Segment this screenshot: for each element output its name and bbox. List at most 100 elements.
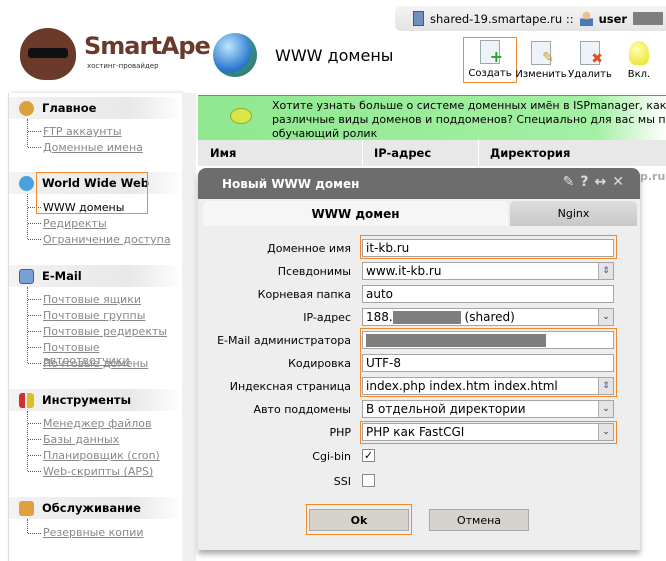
monkey-logo-icon [20,28,76,80]
cgi-bin-checkbox[interactable]: ✓ [362,449,375,462]
tools-icon [19,392,34,408]
redacted-ip [392,311,461,324]
highlight-box [360,235,617,259]
aliases-value: www.it-kb.ru [366,264,442,278]
sidebar-section-email[interactable]: E-Mail [9,265,183,287]
root-folder-input[interactable]: auto [362,285,614,303]
page-title: WWW домены [275,46,394,65]
sidebar-item-databases[interactable]: Базы данных [43,433,119,446]
domain-label: Доменное имя [267,242,351,255]
column-ip[interactable]: IP-адрес [374,146,431,160]
info-banner[interactable]: Хотите узнать больше о системе доменных … [198,95,666,140]
sidebar-item-ftp[interactable]: FTP аккаунты [43,125,122,138]
auto-subdomains-select[interactable]: В отдельной директории ⌄ [362,400,614,418]
server-info: shared-19.smartape.ru :: user [395,6,666,31]
create-label: Создать [468,68,512,79]
sidebar-scrollbar[interactable] [182,93,196,561]
tab-www-domain[interactable]: WWW домен [203,201,508,226]
help-icon[interactable]: ? [580,174,594,190]
www-globe-icon [19,175,34,191]
root-label: Корневая папка [257,288,351,301]
enable-label: Вкл. [627,69,651,80]
highlight-box [306,504,412,535]
sidebar-item-web-scripts[interactable]: Web-скрипты (APS) [43,465,153,478]
globe-icon [213,33,257,77]
create-button[interactable]: + Создать [463,37,517,83]
sidebar-item-mailboxes[interactable]: Почтовые ящики [43,293,141,306]
highlight-box [360,328,617,397]
server-icon [413,11,424,26]
delete-button[interactable]: ✖ Удалить [563,37,617,83]
edit-document-icon: ✎ [531,41,554,66]
ip-label: IP-адрес [303,311,351,324]
user-name: user [598,11,628,26]
section-title: E-Mail [42,269,82,283]
speech-bubble-icon [230,108,252,124]
delete-document-icon: ✖ [580,41,603,67]
redacted-username [633,12,664,25]
section-title: Главное [42,101,97,115]
index-label: Индексная страница [229,380,351,393]
edit-button[interactable]: ✎ Изменить [514,37,568,83]
autosub-value: В отдельной директории [366,402,526,416]
ip-suffix: (shared) [464,310,515,324]
highlight-box [36,172,148,214]
section-title: Инструменты [42,393,131,407]
dialog-title: Новый WWW домен [222,177,360,191]
sidebar-item-backups[interactable]: Резервные копии [43,526,144,539]
sidebar-item-cron[interactable]: Планировщик (cron) [43,449,160,462]
highlight-box [360,421,617,444]
aliases-label: Псевдонимы [277,265,351,278]
enable-button[interactable]: Вкл. [612,37,666,83]
dialog-titlebar[interactable]: Новый WWW домен ✎?↔✕ [198,168,640,199]
close-icon[interactable]: ✕ [612,174,630,190]
sidebar-item-domain-names[interactable]: Доменные имена [43,141,143,154]
delete-label: Удалить [568,69,612,80]
column-directory[interactable]: Директория [490,146,570,160]
user-icon [579,11,593,26]
banner-line: обучающий ролик [272,127,378,140]
ip-value: 188. [366,310,393,324]
logo-name: SmartApe [84,32,211,60]
section-title: Обслуживание [42,501,141,515]
sidebar-section-maintenance[interactable]: Обслуживание [9,497,183,519]
email-label: E-Mail администратора [217,334,351,347]
ssi-checkbox[interactable] [362,474,375,487]
sidebar-section-tools[interactable]: Инструменты [9,389,183,411]
autosub-label: Авто поддомены [253,403,351,416]
new-www-domain-dialog: Новый WWW домен ✎?↔✕ WWW домен Nginx Дом… [198,168,640,550]
server-name: shared-19.smartape.ru :: [430,11,574,26]
cancel-button[interactable]: Отмена [429,509,529,531]
column-name[interactable]: Имя [210,146,236,160]
sidebar-item-redirects[interactable]: Редиректы [43,217,107,230]
chevron-down-icon[interactable]: ⌄ [598,401,613,417]
aliases-input[interactable]: www.it-kb.ru ⇕ [362,262,614,280]
sidebar-item-mail-redirects[interactable]: Почтовые редиректы [43,325,167,338]
banner-line: Хотите узнать больше о системе доменных … [272,99,666,112]
clear-icon[interactable]: ✎ [563,174,581,190]
edit-label: Изменить [515,69,567,80]
charset-label: Кодировка [288,357,351,370]
backup-icon [19,500,34,516]
chevron-down-icon[interactable]: ⌄ [598,309,613,325]
table-header: Имя IP-адрес Директория [198,140,666,166]
tab-nginx[interactable]: Nginx [510,201,637,226]
expand-icon[interactable]: ↔ [595,174,613,190]
ssi-label: SSI [333,475,351,488]
sidebar-section-main[interactable]: Главное [9,97,183,119]
php-label: PHP [329,426,351,439]
new-document-icon: + [480,40,503,66]
mail-icon [19,268,34,284]
home-icon [19,100,34,116]
table-cell-peek: p.ru [640,170,666,183]
sidebar-item-mail-groups[interactable]: Почтовые группы [43,309,145,322]
sidebar-item-file-manager[interactable]: Менеджер файлов [43,417,152,430]
cgi-label: Cgi-bin [312,450,351,463]
logo[interactable]: SmartApe хостинг-провайдер [20,22,211,82]
banner-line: различные виды доменов и поддоменов? Спе… [272,113,666,126]
logo-tagline: хостинг-провайдер [87,62,159,70]
ip-select[interactable]: 188. (shared) ⌄ [362,308,614,326]
expand-field-icon[interactable]: ⇕ [598,263,613,279]
sidebar-item-mail-domains[interactable]: Почтовые домены [43,357,148,370]
sidebar-item-access-restriction[interactable]: Ограничение доступа [43,233,171,246]
